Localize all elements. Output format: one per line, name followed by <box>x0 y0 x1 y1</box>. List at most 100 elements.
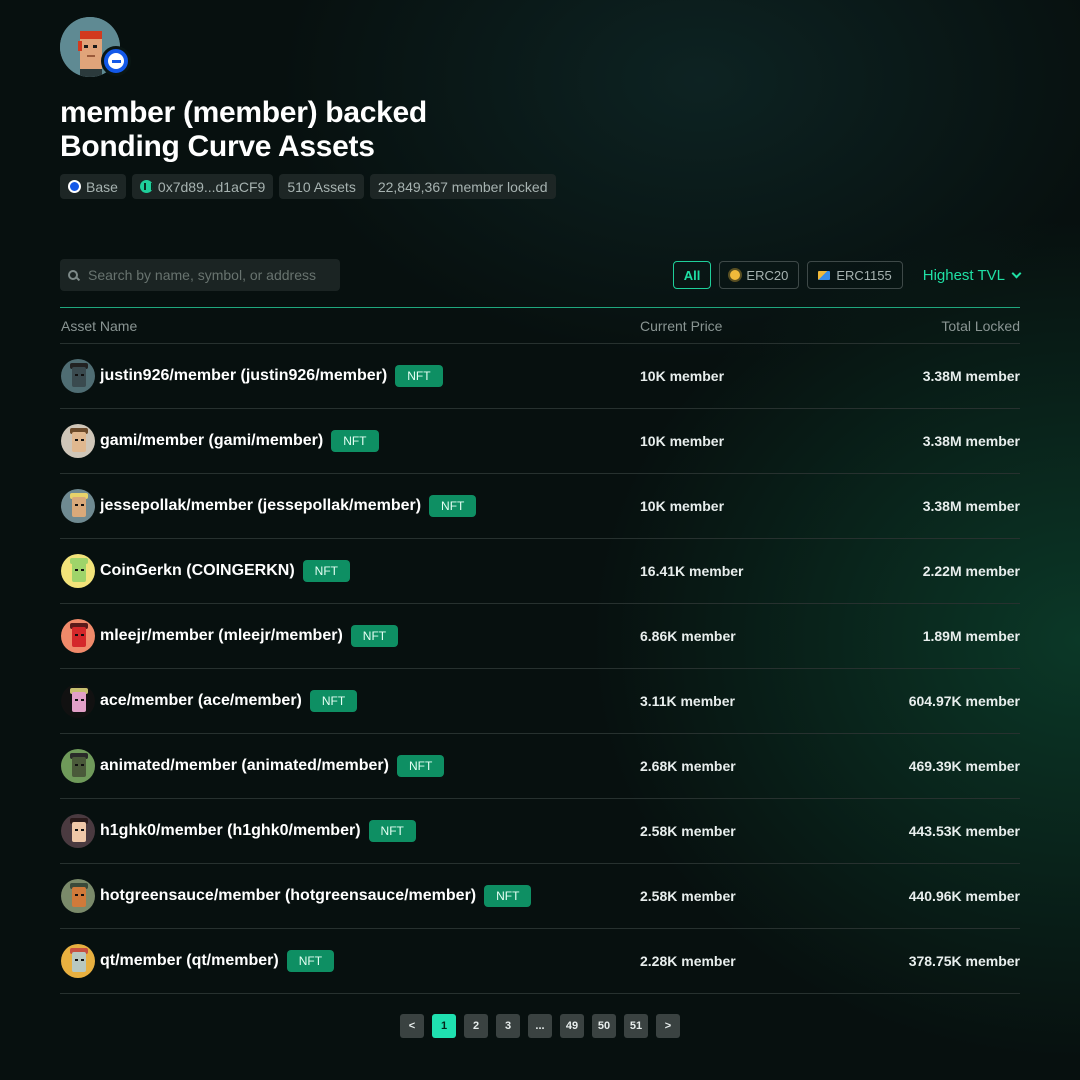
asset-avatar <box>61 554 95 588</box>
table-body: justin926/member (justin926/member) NFT … <box>60 344 1020 994</box>
table-row[interactable]: CoinGerkn (COINGERKN) NFT 16.41K member … <box>60 539 1020 604</box>
asset-name[interactable]: hotgreensauce/member (hotgreensauce/memb… <box>100 887 476 905</box>
search-input[interactable] <box>88 267 328 283</box>
asset-price: 2.28K member <box>640 953 736 969</box>
header-total-locked[interactable]: Total Locked <box>840 318 1020 334</box>
asset-locked: 469.39K member <box>908 758 1020 774</box>
asset-price: 10K member <box>640 368 725 384</box>
asset-locked: 440.96K member <box>908 888 1020 904</box>
sort-dropdown[interactable]: Highest TVL <box>922 266 1022 284</box>
address-label: 0x7d89...d1aCF9 <box>157 178 266 195</box>
next-page-button[interactable]: > <box>656 1014 680 1038</box>
search-box[interactable] <box>60 259 340 291</box>
title-line-2: Bonding Curve Assets <box>60 130 375 163</box>
asset-avatar <box>61 359 95 393</box>
base-icon <box>68 180 81 193</box>
nft-badge: NFT <box>395 365 443 387</box>
page-button[interactable]: 3 <box>496 1014 520 1038</box>
table-row[interactable]: mleejr/member (mleejr/member) NFT 6.86K … <box>60 604 1020 669</box>
assets-count-chip: 510 Assets <box>279 174 364 199</box>
filter-all-button[interactable]: All <box>672 261 712 289</box>
asset-name[interactable]: ace/member (ace/member) <box>100 692 302 710</box>
filter-erc1155-label: ERC1155 <box>836 267 892 283</box>
nft-badge: NFT <box>286 950 335 972</box>
asset-name-cell: mleejr/member (mleejr/member) NFT <box>60 619 640 653</box>
filter-all-label: All <box>683 267 701 283</box>
asset-avatar <box>61 944 95 978</box>
asset-name[interactable]: qt/member (qt/member) <box>100 952 279 970</box>
nft-badge: NFT <box>368 820 416 842</box>
assets-table: Asset Name Current Price Total Locked ju… <box>60 307 1020 994</box>
asset-name-cell: CoinGerkn (COINGERKN) NFT <box>60 554 640 588</box>
asset-name[interactable]: mleejr/member (mleejr/member) <box>100 627 343 645</box>
sort-label: Highest TVL <box>922 266 1005 284</box>
page-button[interactable]: 1 <box>432 1014 456 1038</box>
asset-locked: 2.22M member <box>922 563 1020 579</box>
chain-chip: Base <box>60 174 126 199</box>
table-row[interactable]: qt/member (qt/member) NFT 2.28K member 3… <box>60 929 1020 994</box>
search-icon <box>68 270 78 280</box>
asset-price: 6.86K member <box>640 628 736 644</box>
nft-badge: NFT <box>396 755 445 777</box>
table-row[interactable]: h1ghk0/member (h1ghk0/member) NFT 2.58K … <box>60 799 1020 864</box>
asset-name-cell: h1ghk0/member (h1ghk0/member) NFT <box>60 814 640 848</box>
asset-name[interactable]: CoinGerkn (COINGERKN) <box>100 562 295 580</box>
table-row[interactable]: ace/member (ace/member) NFT 3.11K member… <box>60 669 1020 734</box>
sun-icon <box>730 270 741 280</box>
card-icon <box>818 270 831 280</box>
page-button[interactable]: 2 <box>464 1014 488 1038</box>
asset-name-cell: qt/member (qt/member) NFT <box>60 944 640 978</box>
asset-locked: 3.38M member <box>922 433 1020 449</box>
title-line-1: member (member) backed <box>60 96 427 129</box>
nft-badge: NFT <box>484 885 532 907</box>
asset-name[interactable]: animated/member (animated/member) <box>100 757 389 775</box>
page-title: member (member) backed Bonding Curve Ass… <box>60 96 427 164</box>
asset-name-cell: jessepollak/member (jessepollak/member) … <box>60 489 640 523</box>
page-button[interactable]: 51 <box>624 1014 648 1038</box>
asset-price: 2.58K member <box>640 823 736 839</box>
table-row[interactable]: justin926/member (justin926/member) NFT … <box>60 344 1020 409</box>
nft-badge: NFT <box>309 690 358 712</box>
asset-price: 3.11K member <box>640 693 735 709</box>
filter-erc20-button[interactable]: ERC20 <box>719 261 800 289</box>
asset-avatar <box>61 879 95 913</box>
header-asset-name[interactable]: Asset Name <box>60 318 640 334</box>
table-row[interactable]: jessepollak/member (jessepollak/member) … <box>60 474 1020 539</box>
token-icon <box>139 180 153 193</box>
asset-name[interactable]: justin926/member (justin926/member) <box>100 367 387 385</box>
page-button[interactable]: ... <box>528 1014 552 1038</box>
asset-name-cell: ace/member (ace/member) NFT <box>60 684 640 718</box>
asset-price: 10K member <box>640 498 725 514</box>
asset-avatar <box>61 424 95 458</box>
header-current-price[interactable]: Current Price <box>640 318 840 334</box>
table-row[interactable]: gami/member (gami/member) NFT 10K member… <box>60 409 1020 474</box>
asset-locked: 378.75K member <box>908 953 1020 969</box>
pagination: <1 2 3... 49 50 51 > <box>400 1014 680 1038</box>
asset-avatar <box>61 619 95 653</box>
asset-avatar <box>61 814 95 848</box>
asset-locked: 1.89M member <box>922 628 1020 644</box>
base-chain-icon <box>101 46 131 76</box>
asset-avatar <box>61 489 95 523</box>
filter-erc1155-button[interactable]: ERC1155 <box>807 261 903 289</box>
asset-avatar <box>61 684 95 718</box>
page-button[interactable]: 50 <box>592 1014 616 1038</box>
table-row[interactable]: animated/member (animated/member) NFT 2.… <box>60 734 1020 799</box>
page-button[interactable]: 49 <box>560 1014 584 1038</box>
filter-erc20-label: ERC20 <box>746 267 789 283</box>
meta-chips: Base 0x7d89...d1aCF9 510 Assets 22,849,3… <box>60 174 556 199</box>
table-row[interactable]: hotgreensauce/member (hotgreensauce/memb… <box>60 864 1020 929</box>
asset-name[interactable]: jessepollak/member (jessepollak/member) <box>100 497 421 515</box>
asset-locked: 443.53K member <box>908 823 1020 839</box>
asset-name-cell: animated/member (animated/member) NFT <box>60 749 640 783</box>
asset-price: 2.68K member <box>640 758 736 774</box>
locked-label: 22,849,367 member locked <box>377 178 548 195</box>
asset-locked: 3.38M member <box>922 368 1020 384</box>
prev-page-button[interactable]: < <box>400 1014 424 1038</box>
asset-name[interactable]: gami/member (gami/member) <box>100 432 323 450</box>
asset-name[interactable]: h1ghk0/member (h1ghk0/member) <box>100 822 361 840</box>
chain-label: Base <box>86 178 118 195</box>
address-chip[interactable]: 0x7d89...d1aCF9 <box>131 174 274 199</box>
filter-bar: All ERC20 ERC1155 Highest TVL <box>672 261 1022 289</box>
page: member (member) backed Bonding Curve Ass… <box>60 0 1022 1080</box>
